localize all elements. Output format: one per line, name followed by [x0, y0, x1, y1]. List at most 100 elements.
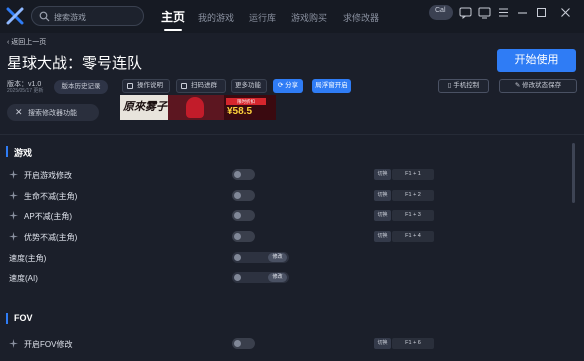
toggle-knob	[234, 233, 241, 240]
value-slider[interactable]: 修改	[232, 272, 289, 283]
banner-price: ¥58.5	[227, 106, 253, 117]
hotkey-field[interactable]: F1 + 1	[392, 169, 434, 180]
sparkle-icon	[9, 211, 18, 220]
modify-button[interactable]: 修改	[268, 273, 287, 282]
version-date: 2025/05/17 更新	[7, 88, 44, 94]
phone-control-label: 手机控制	[453, 82, 480, 89]
feature-name: 速度(主角)	[9, 254, 47, 263]
top-bar: 搜索游戏 主页 我的游戏 运行库 游戏购买 求修改器 Cal	[0, 0, 584, 33]
character-art	[186, 97, 204, 118]
slider-knob[interactable]	[234, 274, 241, 281]
feature-toggle[interactable]	[232, 210, 255, 221]
avatar-text: Cal	[435, 7, 446, 14]
share-label: 分享	[285, 82, 299, 89]
section-title: 游戏	[14, 148, 33, 158]
start-button[interactable]: 开始使用	[497, 49, 576, 72]
toggle-knob	[234, 212, 241, 219]
feature-row: 速度(AI) 修改	[0, 268, 584, 288]
hotkey-field[interactable]: F1 + 3	[392, 210, 434, 221]
menu-icon[interactable]	[496, 5, 511, 20]
divider	[0, 134, 584, 135]
nav-active-indicator	[164, 29, 182, 31]
hotkey-field[interactable]: F1 + 2	[392, 190, 434, 201]
sparkle-icon	[9, 232, 18, 241]
modify-button[interactable]: 修改	[268, 253, 287, 262]
section-title: FOV	[14, 313, 33, 323]
nav-home[interactable]: 主页	[161, 8, 185, 25]
hotkey-field[interactable]: F1 + 6	[392, 338, 434, 349]
scan-group-button[interactable]: 扫码进群	[176, 79, 226, 93]
screen-icon[interactable]	[477, 5, 492, 20]
sparkle-icon	[9, 170, 18, 179]
phone-control-button[interactable]: ▯ 手机控制	[438, 79, 489, 93]
feature-name: AP不减(主角)	[24, 212, 72, 221]
close-icon[interactable]	[558, 5, 573, 20]
save-icon: ✎	[514, 82, 521, 89]
feature-name: 速度(AI)	[9, 274, 38, 283]
scrollbar[interactable]	[572, 143, 575, 203]
banner-artwork-left: 原來雾子	[120, 95, 168, 120]
more-features-button[interactable]: 更多功能	[231, 79, 267, 93]
search-icon	[39, 11, 50, 22]
toggle-knob	[234, 340, 241, 347]
instructions-label: 操作说明	[137, 82, 163, 89]
document-icon	[127, 83, 133, 89]
search-placeholder: 搜索游戏	[54, 13, 86, 22]
section-game: 游戏	[0, 142, 584, 162]
switch-button[interactable]: 切换	[374, 210, 391, 221]
game-title: 星球大战：零号连队	[7, 55, 143, 72]
hotkey-field[interactable]: F1 + 4	[392, 231, 434, 242]
back-label: 返回上一页	[11, 39, 47, 46]
feature-toggle[interactable]	[232, 231, 255, 242]
feature-name: 开启FOV修改	[24, 340, 73, 349]
banner-artwork-mid	[168, 95, 224, 120]
switch-button[interactable]: 切换	[374, 190, 391, 201]
feature-row: 开启游戏修改 切换 F1 + 1	[0, 165, 584, 185]
slider-knob[interactable]	[234, 254, 241, 261]
banner-brush-text: 原來雾子	[123, 100, 167, 113]
instructions-button[interactable]: 操作说明	[122, 79, 170, 93]
feature-toggle[interactable]	[232, 169, 255, 180]
toggle-knob	[234, 192, 241, 199]
maximize-icon[interactable]	[534, 5, 549, 20]
feature-toggle[interactable]	[232, 190, 255, 201]
minimize-icon[interactable]	[515, 5, 530, 20]
clear-icon[interactable]: ✕	[15, 107, 23, 118]
feature-name: 生命不减(主角)	[24, 192, 78, 201]
user-avatar[interactable]: Cal	[429, 5, 453, 20]
qr-icon	[181, 83, 187, 89]
value-slider[interactable]: 修改	[232, 252, 289, 263]
phone-icon: ▯	[447, 82, 452, 89]
version-history-button[interactable]: 版本历史记录	[54, 80, 108, 94]
more-features-label: 更多功能	[235, 82, 261, 89]
section-accent	[6, 313, 8, 324]
share-icon: ⟳	[277, 82, 284, 89]
section-fov: FOV	[0, 309, 584, 329]
nav-runtime[interactable]: 运行库	[249, 11, 276, 24]
feature-row: 开启FOV修改 切换 F1 + 6	[0, 334, 584, 354]
sparkle-icon	[9, 191, 18, 200]
game-search-input[interactable]: 搜索游戏	[31, 6, 144, 26]
sparkle-icon	[9, 339, 18, 348]
discount-tag: 限时折扣	[226, 98, 266, 105]
share-button[interactable]: ⟳ 分享	[273, 79, 303, 93]
promo-banner[interactable]: 原來雾子 限时折扣 ¥58.5	[120, 95, 276, 120]
app-logo-icon[interactable]	[6, 7, 24, 25]
switch-button[interactable]: 切换	[374, 338, 391, 349]
switch-button[interactable]: 切换	[374, 231, 391, 242]
feature-search-input[interactable]: ✕ 搜索修改器功能	[7, 104, 99, 121]
back-link[interactable]: ‹ 返回上一页	[7, 37, 46, 47]
feature-toggle[interactable]	[232, 338, 255, 349]
feature-name: 开启游戏修改	[24, 171, 72, 180]
overlay-button[interactable]: 局浮窗开启	[312, 79, 351, 93]
nav-my-games[interactable]: 我的游戏	[198, 11, 234, 24]
message-icon[interactable]	[458, 5, 473, 20]
feature-row: 优势不减(主角) 切换 F1 + 4	[0, 227, 584, 247]
feature-search-placeholder: 搜索修改器功能	[28, 110, 77, 117]
switch-button[interactable]: 切换	[374, 169, 391, 180]
nav-game-purchase[interactable]: 游戏购买	[291, 11, 327, 24]
nav-request-trainer[interactable]: 求修改器	[343, 11, 379, 24]
feature-row: AP不减(主角) 切换 F1 + 3	[0, 206, 584, 226]
section-accent	[6, 146, 8, 157]
save-state-button[interactable]: ✎ 修改状态保存	[499, 79, 577, 93]
